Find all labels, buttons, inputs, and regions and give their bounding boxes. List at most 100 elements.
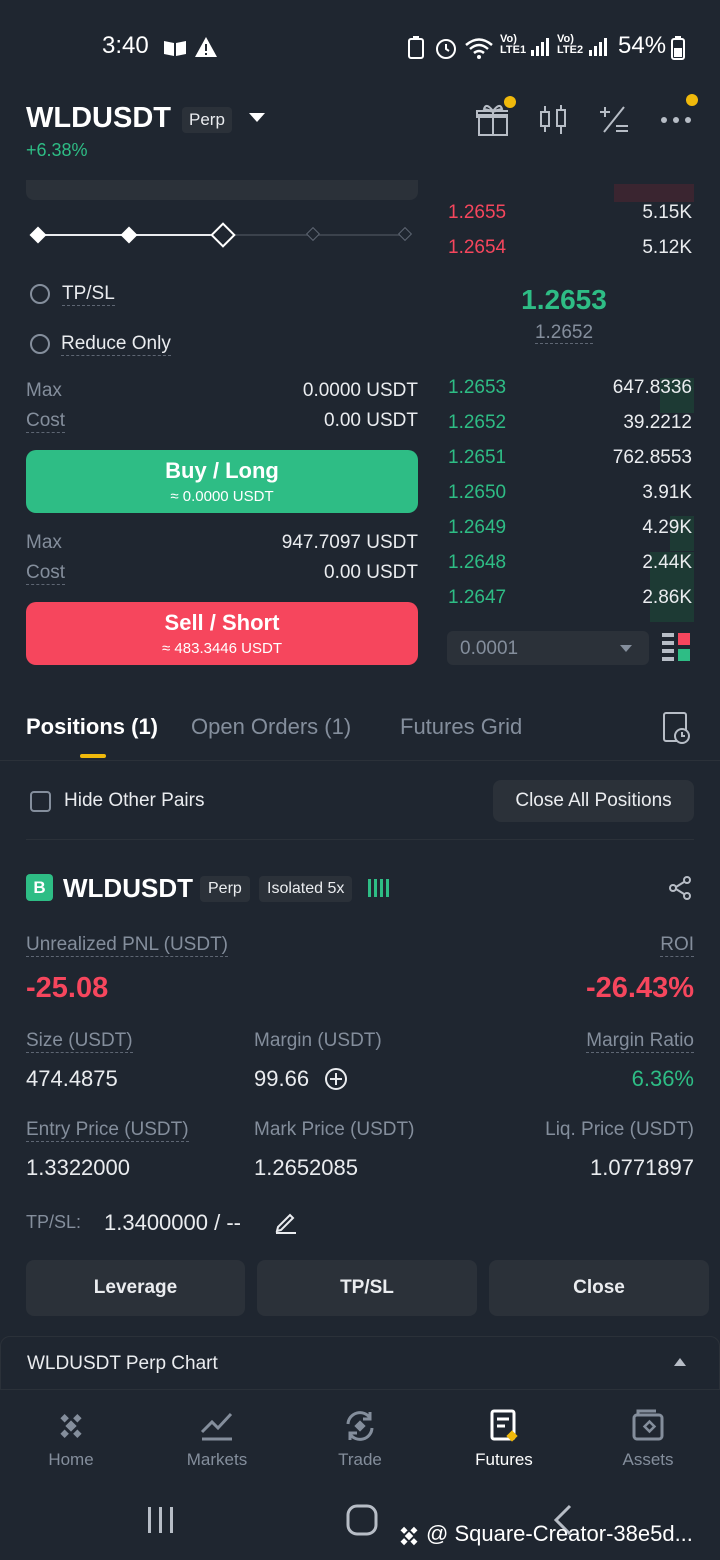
bid-qty: 39.2212 (623, 412, 692, 433)
tab-open-orders[interactable]: Open Orders (1) (191, 714, 351, 740)
bid-qty: 4.29K (642, 517, 692, 538)
status-bar: 3:40 Vo) LTE1 Vo) LTE2 54% (0, 0, 720, 95)
chevron-down-icon (620, 645, 632, 652)
trade-icon (346, 1411, 374, 1441)
sell-short-label: Sell / Short (164, 610, 280, 635)
nav-home[interactable]: Home (16, 1408, 126, 1470)
signal-icon-2 (589, 38, 607, 56)
nav-assets-label: Assets (622, 1450, 674, 1469)
wifi-icon (465, 38, 493, 59)
precision-select[interactable]: 0.0001 (447, 631, 649, 665)
nav-assets[interactable]: Assets (593, 1408, 703, 1470)
last-price: 1.2653 (521, 284, 607, 315)
ask-row[interactable]: 1.2654 5.12K (448, 231, 692, 266)
buy-max-value: 0.0000 USDT (302, 380, 418, 401)
tpsl-radio[interactable] (30, 284, 50, 304)
bid-row[interactable]: 1.2647 2.86K (448, 581, 692, 616)
close-position-button[interactable]: Close (489, 1260, 709, 1316)
tab-positions[interactable]: Positions (1) (26, 714, 158, 740)
roi-value: -26.43% (585, 972, 694, 1004)
nav-futures[interactable]: Futures (449, 1408, 559, 1470)
margin-value: 99.66 (254, 1066, 310, 1091)
share-icon[interactable] (668, 876, 692, 900)
tab-futures-grid[interactable]: Futures Grid (400, 714, 522, 740)
watermark: @ Square-Creator-38e5d... (426, 1521, 693, 1546)
size-value: 474.4875 (26, 1066, 118, 1091)
chart-toggle-bar[interactable]: WLDUSDT Perp Chart (0, 1336, 720, 1390)
gift-icon[interactable] (476, 104, 508, 136)
orderbook-layout-icon[interactable] (662, 633, 692, 661)
pair-title[interactable]: WLDUSDT (26, 102, 171, 135)
markets-icon (200, 1412, 233, 1441)
sell-short-button[interactable]: Sell / Short ≈ 483.3446 USDT (26, 602, 418, 665)
slider-step-25[interactable] (120, 226, 138, 244)
home-button-icon[interactable] (345, 1503, 379, 1537)
bid-price: 1.2649 (448, 517, 507, 538)
close-all-positions-button[interactable]: Close All Positions (493, 780, 694, 822)
slider-step-75[interactable] (305, 226, 321, 242)
more-icon[interactable] (660, 104, 692, 136)
size-label: Size (USDT) (26, 1030, 133, 1053)
amount-input-partial[interactable] (26, 180, 418, 200)
slider-step-0[interactable] (29, 226, 47, 244)
nav-home-label: Home (48, 1450, 94, 1469)
lte2-indicator: Vo) LTE2 (557, 33, 584, 56)
mark-price-wrap[interactable]: 1.2652 (448, 322, 680, 344)
bid-row[interactable]: 1.2648 2.44K (448, 546, 692, 581)
warning-icon (195, 37, 217, 57)
pair-dropdown-icon[interactable] (248, 112, 266, 124)
bid-qty: 2.86K (642, 587, 692, 608)
nav-futures-label: Futures (475, 1450, 533, 1469)
bid-row[interactable]: 1.2653 647.8336 (448, 371, 692, 406)
nav-markets[interactable]: Markets (162, 1408, 272, 1470)
nav-trade[interactable]: Trade (305, 1408, 415, 1470)
add-margin-icon[interactable] (324, 1067, 348, 1091)
sell-short-sub: ≈ 483.3446 USDT (162, 640, 282, 657)
bid-price: 1.2647 (448, 587, 507, 608)
bid-row[interactable]: 1.2651 762.8553 (448, 441, 692, 476)
buy-cost-label: Cost (26, 410, 66, 433)
filter-divider (26, 839, 694, 840)
futures-icon (490, 1409, 518, 1442)
tab-underline (80, 754, 106, 758)
tabs-divider (0, 760, 720, 761)
reduce-only-radio[interactable] (30, 334, 50, 354)
precision-value: 0.0001 (460, 638, 519, 659)
margin-label: Margin (USDT) (254, 1030, 382, 1051)
price-change: +6.38% (26, 140, 88, 160)
buy-long-sub: ≈ 0.0000 USDT (170, 488, 274, 505)
candlestick-icon[interactable] (538, 104, 570, 136)
calculator-icon[interactable] (598, 104, 630, 136)
leverage-button[interactable]: Leverage (26, 1260, 245, 1316)
position-symbol[interactable]: WLDUSDT (63, 873, 193, 904)
slider-thumb[interactable] (210, 222, 236, 248)
status-time: 3:40 (102, 32, 149, 59)
hide-other-pairs-label: Hide Other Pairs (64, 790, 205, 811)
hide-other-pairs-checkbox[interactable] (30, 791, 51, 812)
tpsl-row-label: TP/SL: (26, 1212, 82, 1232)
buy-max-label: Max (26, 380, 62, 401)
buy-long-button[interactable]: Buy / Long ≈ 0.0000 USDT (26, 450, 418, 513)
bid-price: 1.2650 (448, 482, 507, 503)
slider-step-100[interactable] (397, 226, 413, 242)
margin-ratio-label: Margin Ratio (586, 1030, 694, 1053)
bid-row[interactable]: 1.2652 39.2212 (448, 406, 692, 441)
tpsl-button[interactable]: TP/SL (257, 1260, 477, 1316)
sell-cost-value: 0.00 USDT (324, 562, 418, 583)
bid-qty: 2.44K (642, 552, 692, 573)
recent-apps-icon[interactable] (146, 1505, 176, 1535)
order-history-icon[interactable] (662, 712, 692, 744)
position-type-tag: Perp (200, 876, 250, 902)
chevron-up-icon (674, 1358, 686, 1366)
sell-max-label: Max (26, 532, 62, 553)
sell-max-value: 947.7097 USDT (281, 532, 418, 553)
bid-row[interactable]: 1.2649 4.29K (448, 511, 692, 546)
bid-row[interactable]: 1.2650 3.91K (448, 476, 692, 511)
edit-icon[interactable] (274, 1210, 298, 1234)
entry-price-label: Entry Price (USDT) (26, 1119, 189, 1142)
nav-trade-label: Trade (338, 1450, 382, 1469)
lte1-indicator: Vo) LTE1 (500, 33, 527, 56)
bid-qty: 762.8553 (612, 447, 692, 468)
ask-row[interactable]: 1.2655 5.15K (448, 196, 692, 231)
bid-price: 1.2651 (448, 447, 507, 468)
